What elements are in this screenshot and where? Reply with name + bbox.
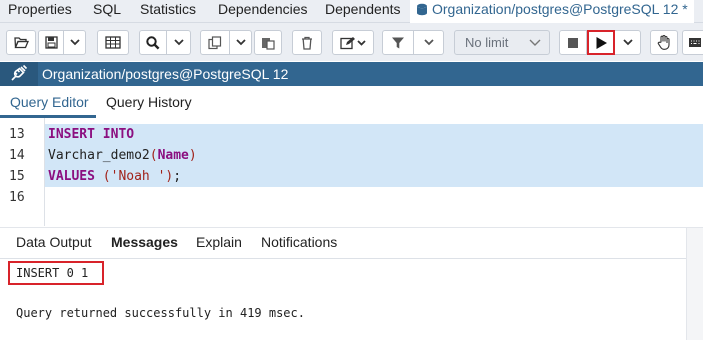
code-line: 13 INSERT INTO <box>0 124 703 145</box>
tab-data-output[interactable]: Data Output <box>16 234 92 250</box>
code-line: 14 Varchar_demo2(Name) <box>0 145 703 166</box>
row-limit-select[interactable]: No limit <box>454 30 550 55</box>
stop-button[interactable] <box>559 30 587 55</box>
tab-query-tool[interactable]: Organization/postgres@PostgreSQL 12 * <box>410 0 694 23</box>
connection-bar: Organization/postgres@PostgreSQL 12 <box>0 62 703 86</box>
search-icon <box>146 35 160 50</box>
panel-tab-bar: Properties SQL Statistics Dependencies D… <box>0 0 703 23</box>
copy-button[interactable] <box>200 30 230 55</box>
results-scrollbar[interactable] <box>686 228 703 340</box>
database-icon <box>416 2 428 21</box>
execute-options-dropdown[interactable] <box>615 30 641 55</box>
execute-icon <box>595 36 608 50</box>
code-text: Varchar_demo2(Name) <box>48 145 197 166</box>
code-text: VALUES ('Noah '); <box>48 166 181 187</box>
tab-dependencies[interactable]: Dependencies <box>218 0 308 22</box>
delete-button[interactable] <box>292 30 322 55</box>
code-text: INSERT INTO <box>48 124 134 145</box>
chevron-down-icon <box>529 31 541 61</box>
plug-icon <box>10 64 28 85</box>
column-name: Name <box>157 148 189 163</box>
stop-icon <box>567 37 579 49</box>
table-name: Varchar_demo2 <box>48 148 150 163</box>
filter-button[interactable] <box>382 30 414 55</box>
code-line: 15 VALUES ('Noah '); <box>0 166 703 187</box>
tab-statistics[interactable]: Statistics <box>140 0 196 22</box>
message-detail: Query returned successfully in 419 msec. <box>16 306 305 320</box>
tab-properties[interactable]: Properties <box>8 0 72 22</box>
chevron-down-icon <box>69 39 80 46</box>
hand-icon <box>657 35 671 50</box>
tab-dependents[interactable]: Dependents <box>325 0 401 22</box>
connection-status-button[interactable] <box>0 62 38 86</box>
paren-open: ( <box>149 148 158 163</box>
filter-icon <box>391 36 405 50</box>
line-number: 14 <box>9 148 25 163</box>
tab-notifications[interactable]: Notifications <box>261 234 337 250</box>
delete-icon <box>301 36 313 50</box>
chevron-down-icon <box>235 39 246 46</box>
save-options-dropdown[interactable] <box>64 30 86 55</box>
line-number: 16 <box>9 190 25 205</box>
tab-query-tool-label: Organization/postgres@PostgreSQL 12 * <box>432 1 688 17</box>
line-number: 13 <box>9 127 25 142</box>
open-folder-icon <box>13 36 29 49</box>
chevron-down-icon <box>423 39 434 46</box>
execute-button[interactable] <box>587 30 615 55</box>
selection-highlight <box>45 124 703 145</box>
message-status: INSERT 0 1 <box>16 266 89 280</box>
results-panel: Data Output Messages Explain Notificatio… <box>0 227 703 340</box>
copy-options-dropdown[interactable] <box>230 30 252 55</box>
filter-options-dropdown[interactable] <box>414 30 444 55</box>
open-file-button[interactable] <box>6 30 36 55</box>
paste-icon <box>261 36 275 50</box>
tab-explain[interactable]: Explain <box>196 234 242 250</box>
chevron-down-icon <box>173 39 184 46</box>
semicolon: ; <box>173 169 182 184</box>
chevron-down-icon <box>622 39 633 46</box>
paste-button[interactable] <box>254 30 282 55</box>
paren-open: ( <box>102 169 111 184</box>
connection-label: Organization/postgres@PostgreSQL 12 <box>42 66 289 82</box>
line-number: 15 <box>9 169 25 184</box>
edit-options-button[interactable] <box>332 30 374 55</box>
macros-button[interactable] <box>650 30 678 55</box>
edit-data-button[interactable] <box>97 30 129 55</box>
sql-keyword: VALUES <box>48 169 95 184</box>
tab-messages[interactable]: Messages <box>111 234 178 250</box>
tab-query-editor[interactable]: Query Editor <box>10 94 89 110</box>
keyboard-shortcuts-button[interactable] <box>682 30 703 55</box>
tab-sql[interactable]: SQL <box>93 0 121 22</box>
results-tab-bar: Data Output Messages Explain Notificatio… <box>0 228 686 259</box>
find-options-dropdown[interactable] <box>167 30 191 55</box>
save-button[interactable] <box>38 30 64 55</box>
edit-icon <box>340 36 366 50</box>
string-literal: 'Noah ' <box>110 169 166 184</box>
grid-icon <box>105 36 121 49</box>
sql-editor[interactable]: 13 INSERT INTO 14 Varchar_demo2(Name) 15… <box>0 118 703 226</box>
copy-icon <box>208 35 222 50</box>
tab-query-history[interactable]: Query History <box>106 94 192 110</box>
query-toolbar: No limit <box>0 23 703 61</box>
paren-close: ) <box>188 148 197 163</box>
keyboard-icon <box>688 37 702 48</box>
code-line: 16 <box>0 187 703 208</box>
find-button[interactable] <box>139 30 167 55</box>
save-icon <box>44 36 58 49</box>
sql-keyword: INSERT INTO <box>48 127 135 142</box>
row-limit-value: No limit <box>465 35 509 50</box>
editor-tab-bar: Query Editor Query History <box>0 86 703 119</box>
